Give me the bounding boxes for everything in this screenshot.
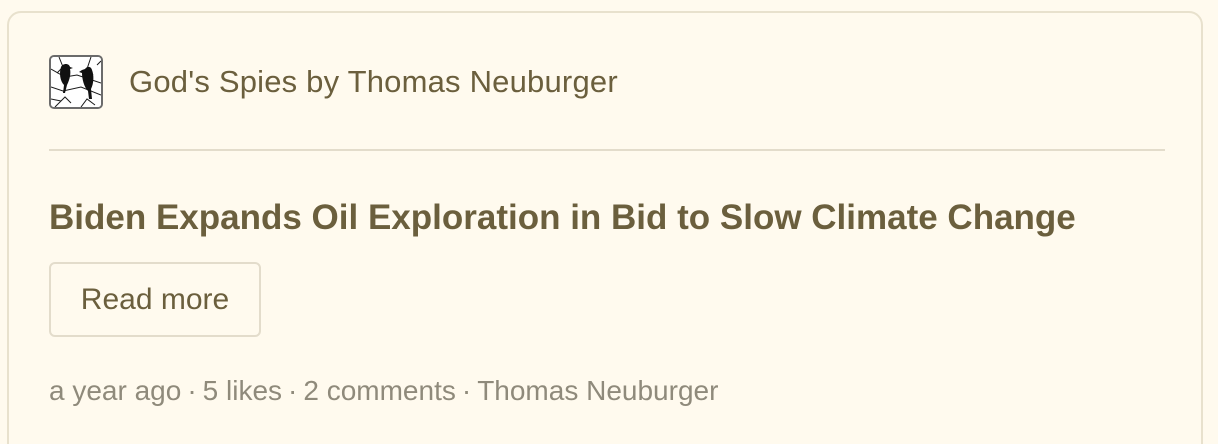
post-time: a year ago: [49, 375, 182, 406]
post-title[interactable]: Biden Expands Oil Exploration in Bid to …: [49, 198, 1076, 238]
two-crows-on-branches-icon[interactable]: [49, 55, 103, 109]
meta-separator: ·: [288, 375, 298, 406]
publication-header[interactable]: God's Spies by Thomas Neuburger: [49, 53, 618, 111]
post-meta: a year ago · 5 likes · 2 comments · Thomas Neu…: [49, 375, 718, 407]
author-name[interactable]: Thomas Neuburger: [477, 375, 718, 406]
post-card: God's Spies by Thomas Neuburger Biden Ex…: [7, 11, 1203, 444]
read-more-button[interactable]: Read more: [49, 262, 261, 337]
meta-separator: ·: [461, 375, 472, 406]
comments-count[interactable]: 2 comments: [303, 375, 456, 406]
publication-name[interactable]: God's Spies by Thomas Neuburger: [129, 64, 618, 100]
divider: [49, 149, 1165, 151]
likes-count[interactable]: 5 likes: [203, 375, 282, 406]
meta-separator: ·: [187, 375, 197, 406]
